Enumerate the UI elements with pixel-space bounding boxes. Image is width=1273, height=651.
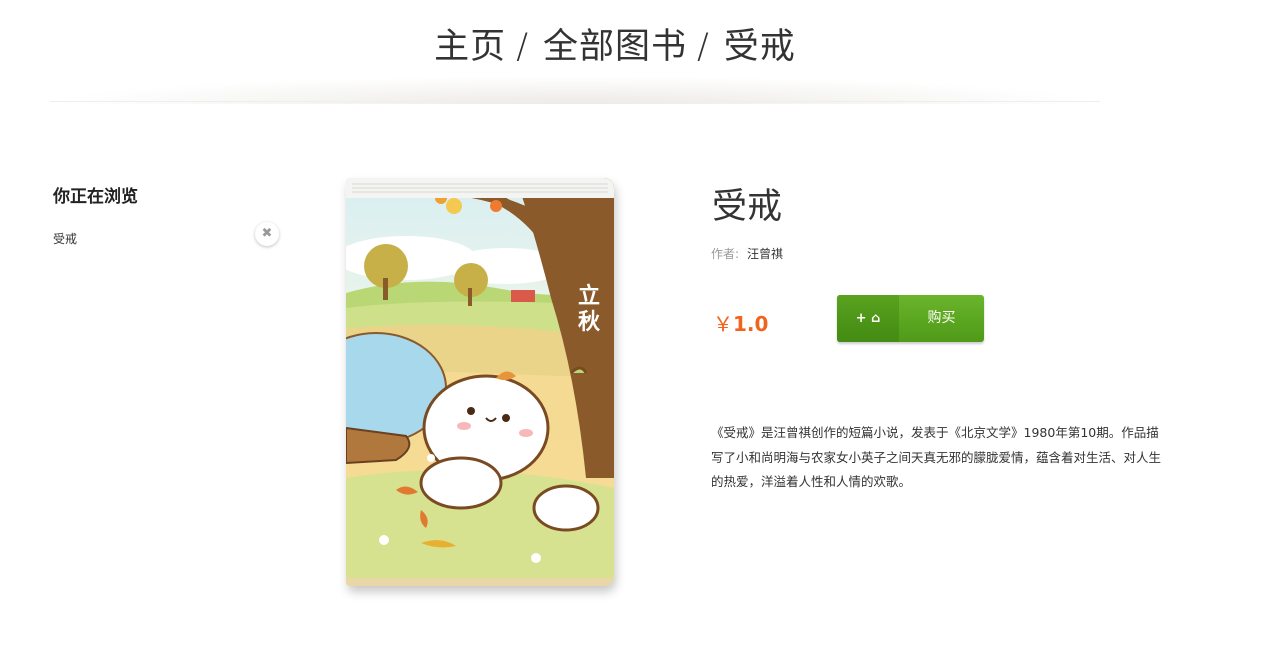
price: ￥1.0	[713, 308, 768, 337]
author-label: 作者:	[711, 247, 740, 261]
add-to-basket-icon[interactable]: + ⌂	[837, 295, 899, 342]
buy-button[interactable]: + ⌂ 购买	[837, 295, 984, 342]
breadcrumb-current: 受戒	[723, 27, 796, 67]
cover-text-char: 秋	[578, 309, 601, 335]
author-row: 作者: 汪曾祺	[711, 245, 783, 262]
price-currency: ￥	[713, 312, 733, 336]
price-value: 1.0	[733, 312, 769, 336]
header-divider	[50, 101, 1100, 102]
author-name: 汪曾祺	[747, 247, 784, 261]
breadcrumb: 主页 / 全部图书 / 受戒	[0, 18, 1230, 69]
book-description: 《受戒》是汪曾祺创作的短篇小说，发表于《北京文学》1980年第10期。作品描写了…	[711, 425, 1162, 489]
book-cover-illustration: 立秋	[346, 178, 614, 586]
header-shadow	[45, 76, 1105, 104]
sidebar-title: 你正在浏览	[53, 187, 138, 207]
breadcrumb-separator: /	[697, 27, 710, 67]
cover-text-char: 立	[578, 283, 600, 309]
book-cover: 立秋	[346, 178, 614, 586]
sidebar-item-browsing[interactable]: 受戒 ✖	[53, 222, 279, 248]
breadcrumb-separator: /	[516, 27, 529, 67]
book-title: 受戒	[712, 187, 783, 227]
close-icon[interactable]: ✖	[255, 222, 279, 246]
breadcrumb-all-books-link[interactable]: 全部图书	[543, 27, 687, 67]
sidebar-item-label[interactable]: 受戒	[53, 230, 77, 247]
cover-text: 立秋	[578, 283, 601, 335]
breadcrumb-home-link[interactable]: 主页	[434, 27, 506, 67]
buy-button-label[interactable]: 购买	[899, 295, 984, 342]
